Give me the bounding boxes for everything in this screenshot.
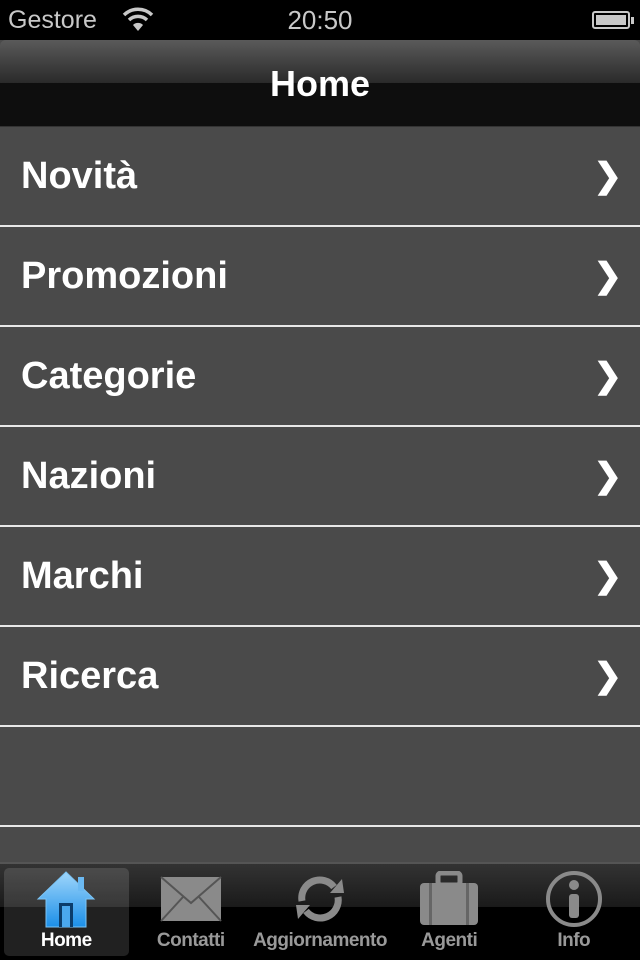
refresh-icon xyxy=(253,868,387,930)
chevron-right-icon: ❯ xyxy=(593,257,623,295)
menu-item-label: Categorie xyxy=(21,355,197,397)
tab-aggiornamento[interactable]: Aggiornamento xyxy=(253,868,387,956)
menu-item-label: Nazioni xyxy=(21,455,157,497)
menu-item-promozioni[interactable]: Promozioni ❯ xyxy=(0,227,640,327)
menu-item-label: Promozioni xyxy=(21,255,228,297)
info-icon xyxy=(511,868,636,930)
menu-item-marchi[interactable]: Marchi ❯ xyxy=(0,527,640,627)
tab-label: Contatti xyxy=(156,930,225,951)
briefcase-icon xyxy=(387,868,512,930)
menu-item-label: Marchi xyxy=(21,555,144,597)
menu-item-label: Ricerca xyxy=(21,655,159,697)
battery-icon xyxy=(592,11,634,29)
menu-item-categorie[interactable]: Categorie ❯ xyxy=(0,327,640,427)
clock: 20:50 xyxy=(287,5,353,35)
chevron-right-icon: ❯ xyxy=(593,157,623,195)
tab-contatti[interactable]: Contatti xyxy=(129,868,254,956)
chevron-right-icon: ❯ xyxy=(593,657,623,695)
tab-label: Info xyxy=(557,930,591,951)
tab-info[interactable]: Info xyxy=(511,868,636,956)
menu-item-nazioni[interactable]: Nazioni ❯ xyxy=(0,427,640,527)
tab-agenti[interactable]: Agenti xyxy=(387,868,512,956)
menu-list: Novità ❯ Promozioni ❯ Categorie ❯ Nazioni ❯ … xyxy=(0,127,640,827)
menu-item-novita[interactable]: Novità ❯ xyxy=(0,127,640,227)
envelope-icon xyxy=(129,868,254,930)
menu-item-ricerca[interactable]: Ricerca ❯ xyxy=(0,627,640,727)
tab-label: Aggiornamento xyxy=(253,930,387,951)
tab-home[interactable]: Home xyxy=(4,868,129,956)
home-icon xyxy=(4,868,129,930)
empty-row xyxy=(0,727,640,827)
status-bar: Gestore 20:50 xyxy=(0,0,640,40)
chevron-right-icon: ❯ xyxy=(593,357,623,395)
navigation-bar: Home xyxy=(0,40,640,127)
menu-item-label: Novità xyxy=(21,155,138,197)
chevron-right-icon: ❯ xyxy=(593,457,623,495)
tab-bar: Home Contatti Aggiornamento Agenti Info xyxy=(0,862,640,960)
chevron-right-icon: ❯ xyxy=(593,557,623,595)
tab-label: Home xyxy=(40,930,92,951)
tab-label: Agenti xyxy=(421,930,478,951)
page-title: Home xyxy=(269,63,371,104)
